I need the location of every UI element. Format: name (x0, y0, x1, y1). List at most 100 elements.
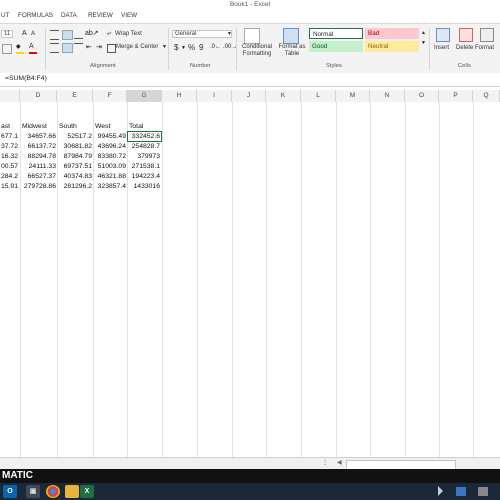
font-size-select[interactable]: 11 (1, 30, 14, 38)
table-header-cell[interactable]: South (59, 122, 92, 132)
tab-layout[interactable]: UT (1, 12, 9, 19)
align-left-icon[interactable] (50, 43, 59, 53)
delete-cells-icon[interactable] (459, 28, 473, 42)
table-cell[interactable]: 46321.88 (93, 172, 126, 182)
insert-cells-icon[interactable] (436, 28, 450, 42)
table-cell[interactable]: 16.32 (0, 152, 18, 162)
format-button[interactable]: Format (475, 45, 494, 51)
percent-button[interactable]: % (188, 43, 195, 52)
column-header-q[interactable]: Q (473, 90, 500, 102)
number-format-dropdown-icon[interactable]: ▼ (227, 31, 232, 37)
column-header-o[interactable]: O (405, 90, 439, 102)
increase-indent-icon[interactable]: ⇥ (96, 43, 102, 51)
merge-center-button[interactable]: Merge & Center (116, 44, 158, 50)
scroll-left-icon[interactable]: ◀ (337, 459, 342, 466)
scroll-splitter-icon[interactable]: ⋮ (322, 459, 328, 466)
tray-arrow-icon[interactable] (438, 486, 447, 496)
format-as-table-button[interactable]: Format as Table (276, 44, 308, 58)
styles-scroll-down-icon[interactable]: ▼ (421, 40, 426, 46)
format-as-table-icon[interactable] (283, 28, 299, 44)
table-cell[interactable]: 37.72 (0, 142, 18, 152)
font-color-icon[interactable]: A (29, 43, 37, 54)
column-header-k[interactable]: K (266, 90, 301, 102)
table-cell[interactable]: 323857.4 (93, 182, 126, 192)
align-center-icon[interactable] (62, 43, 73, 53)
table-cell[interactable]: 66527.37 (20, 172, 56, 182)
table-cell[interactable]: 194223.4 (127, 172, 160, 182)
tab-view[interactable]: VIEW (121, 12, 137, 19)
table-cell[interactable]: 271538.1 (127, 162, 160, 172)
wrap-text-icon[interactable]: ⤶ (107, 30, 111, 38)
tab-formulas[interactable]: FORMULAS (18, 12, 53, 19)
file-explorer-icon[interactable] (65, 485, 79, 498)
table-cell[interactable]: 00.57 (0, 162, 18, 172)
table-cell[interactable]: 87984.79 (57, 152, 92, 162)
table-cell[interactable]: 677.1 (0, 132, 18, 142)
table-cell[interactable]: 254828.7 (127, 142, 160, 152)
currency-button[interactable]: $ (174, 43, 178, 52)
table-cell[interactable]: 69737.51 (57, 162, 92, 172)
style-good[interactable]: Good (309, 41, 363, 52)
formula-bar[interactable]: =SUM(B4:F4) (0, 73, 500, 87)
fill-color-icon[interactable]: ◆ (16, 43, 24, 54)
worksheet-grid[interactable]: ast Midwest South West Total 677.1 34657… (0, 102, 500, 457)
table-cell[interactable]: 83380.72 (93, 152, 126, 162)
chrome-icon[interactable] (46, 485, 60, 498)
styles-scroll-up-icon[interactable]: ▲ (421, 30, 426, 36)
style-normal[interactable]: Normal (309, 28, 363, 39)
table-cell[interactable]: 66137.72 (20, 142, 56, 152)
align-middle-icon[interactable] (62, 30, 73, 40)
orientation-icon[interactable]: ab↗ (85, 29, 99, 37)
column-header-m[interactable]: M (336, 90, 370, 102)
table-cell[interactable]: 43696.24 (93, 142, 126, 152)
table-cell[interactable]: 284.2 (0, 172, 18, 182)
outlook-icon[interactable]: O (3, 485, 17, 498)
column-header-i[interactable]: I (197, 90, 232, 102)
table-cell[interactable]: 1433016 (127, 182, 160, 192)
table-header-cell[interactable]: West (95, 122, 126, 132)
table-cell[interactable]: 279728.86 (20, 182, 56, 192)
column-header-l[interactable]: L (301, 90, 336, 102)
column-header-f[interactable]: F (93, 90, 127, 102)
table-header-cell[interactable]: Midwest (22, 122, 56, 132)
network-icon[interactable] (456, 487, 466, 496)
column-header-d[interactable]: D (20, 90, 57, 102)
borders-icon[interactable] (2, 44, 12, 54)
decrease-font-icon[interactable]: A (31, 31, 38, 38)
insert-button[interactable]: Insert (434, 45, 449, 51)
increase-decimal-icon[interactable]: .0← (210, 44, 221, 50)
table-cell[interactable]: 15.91 (0, 182, 18, 192)
volume-icon[interactable] (478, 487, 488, 496)
delete-button[interactable]: Delete (456, 45, 473, 51)
merge-dropdown-icon[interactable]: ▼ (162, 44, 167, 50)
format-cells-icon[interactable] (480, 28, 494, 42)
table-cell[interactable]: 379973 (127, 152, 160, 162)
table-header-cell[interactable]: ast (1, 122, 19, 132)
column-header-e[interactable]: E (57, 90, 93, 102)
column-header-n[interactable]: N (370, 90, 405, 102)
table-cell[interactable]: 99455.49 (93, 132, 126, 142)
align-bottom-icon[interactable] (74, 30, 83, 39)
increase-font-icon[interactable]: A (22, 30, 29, 37)
tab-review[interactable]: REVIEW (88, 12, 113, 19)
table-cell[interactable]: 51003.09 (93, 162, 126, 172)
style-neutral[interactable]: Neutral (365, 41, 419, 52)
currency-dropdown-icon[interactable]: ▼ (181, 45, 186, 51)
comma-button[interactable]: 9 (199, 43, 203, 52)
column-header-p[interactable]: P (439, 90, 473, 102)
merge-icon[interactable] (107, 44, 116, 53)
column-header-j[interactable]: J (232, 90, 266, 102)
taskbar-app-icon[interactable]: ▣ (26, 485, 40, 498)
conditional-formatting-button[interactable]: Conditional Formatting (239, 44, 275, 58)
style-bad[interactable]: Bad (365, 28, 419, 39)
conditional-formatting-icon[interactable] (244, 28, 260, 44)
column-header-h[interactable]: H (162, 90, 197, 102)
table-cell[interactable]: 40374.83 (57, 172, 92, 182)
formula-input[interactable]: =SUM(B4:F4) (5, 75, 47, 82)
table-cell[interactable]: 30681.82 (57, 142, 92, 152)
wrap-text-button[interactable]: Wrap Text (115, 31, 142, 37)
table-cell[interactable]: 24111.33 (20, 162, 56, 172)
column-header-g[interactable]: G (127, 90, 162, 102)
table-cell[interactable]: 88294.78 (20, 152, 56, 162)
number-format-select[interactable]: General (172, 30, 232, 38)
